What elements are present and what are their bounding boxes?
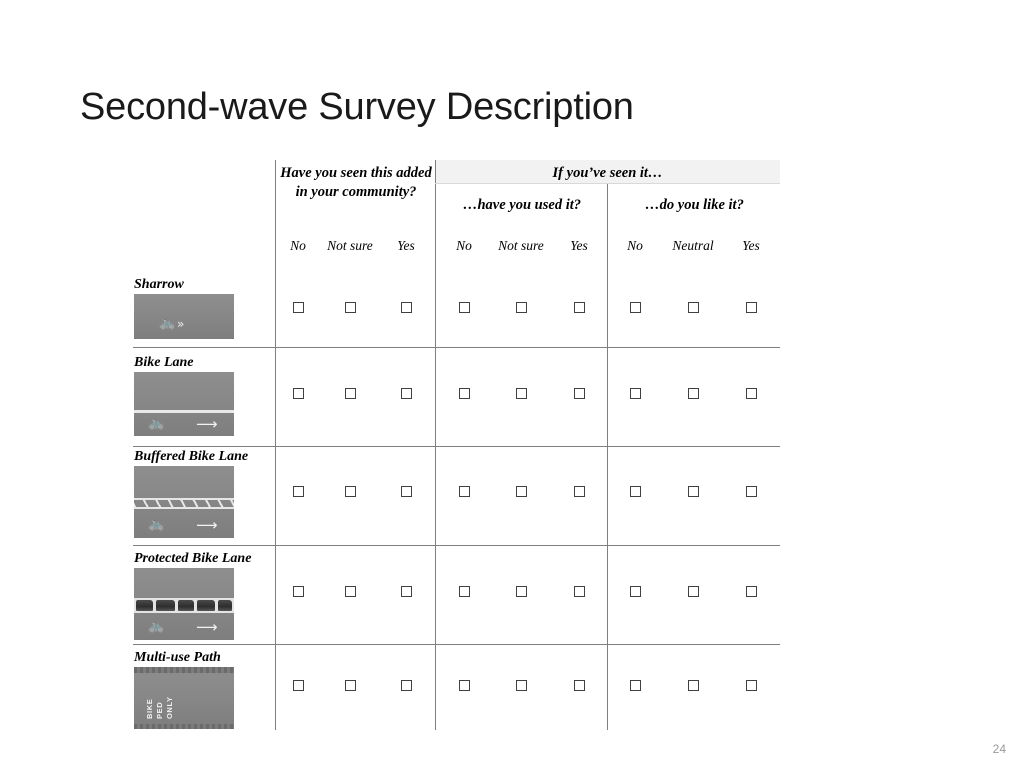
checkbox-bike-lane-like-neutral[interactable]	[688, 388, 699, 399]
checkbox-buffered-bike-lane-like-yes[interactable]	[746, 486, 757, 497]
band-bottom-rule	[435, 183, 780, 184]
checkbox-buffered-bike-lane-like-neutral[interactable]	[688, 486, 699, 497]
checkbox-protected-bike-lane-used-not-sure[interactable]	[516, 586, 527, 597]
checkbox-bike-lane-like-yes[interactable]	[746, 388, 757, 399]
checkbox-protected-bike-lane-like-neutral[interactable]	[688, 586, 699, 597]
page-number: 24	[992, 742, 1006, 756]
row-divider-2	[133, 446, 780, 447]
checkbox-multi-use-path-seen-not-sure[interactable]	[345, 680, 356, 691]
checkbox-bike-lane-used-no[interactable]	[459, 388, 470, 399]
row-divider-4	[133, 644, 780, 645]
checkbox-sharrow-like-neutral[interactable]	[688, 302, 699, 313]
checkbox-protected-bike-lane-seen-not-sure[interactable]	[345, 586, 356, 597]
checkbox-multi-use-path-like-yes[interactable]	[746, 680, 757, 691]
checkbox-sharrow-seen-no[interactable]	[293, 302, 304, 313]
checkbox-multi-use-path-seen-no[interactable]	[293, 680, 304, 691]
checkbox-multi-use-path-like-neutral[interactable]	[688, 680, 699, 691]
checkbox-buffered-bike-lane-seen-no[interactable]	[293, 486, 304, 497]
header-if-youve-seen-it: If you’ve seen it…	[552, 165, 663, 181]
checkbox-bike-lane-seen-not-sure[interactable]	[345, 388, 356, 399]
checkbox-multi-use-path-used-yes[interactable]	[574, 680, 585, 691]
checkbox-sharrow-used-no[interactable]	[459, 302, 470, 313]
header-do-you-like-it: …do you like it?	[645, 197, 744, 213]
checkbox-sharrow-like-yes[interactable]	[746, 302, 757, 313]
checkbox-buffered-bike-lane-used-not-sure[interactable]	[516, 486, 527, 497]
path-sign-line-1: BIKE	[145, 698, 154, 719]
checkbox-protected-bike-lane-seen-yes[interactable]	[401, 586, 412, 597]
checkbox-buffered-bike-lane-seen-yes[interactable]	[401, 486, 412, 497]
checkbox-sharrow-used-yes[interactable]	[574, 302, 585, 313]
option-label-like-yes: Yes	[742, 238, 760, 253]
row-label-sharrow: Sharrow	[134, 277, 184, 292]
option-label-seen-yes: Yes	[397, 238, 415, 253]
protected-bike-lane-photo: 🚲 ⟶	[134, 568, 234, 640]
page-title: Second-wave Survey Description	[80, 86, 634, 128]
checkbox-multi-use-path-like-no[interactable]	[630, 680, 641, 691]
header-have-you-used-it: …have you used it?	[462, 197, 581, 213]
multi-use-path-photo: BIKE PED ONLY	[134, 667, 234, 729]
column-divider-3	[607, 183, 608, 730]
checkbox-sharrow-seen-yes[interactable]	[401, 302, 412, 313]
option-label-like-neutral: Neutral	[672, 238, 714, 253]
checkbox-buffered-bike-lane-like-no[interactable]	[630, 486, 641, 497]
checkbox-multi-use-path-seen-yes[interactable]	[401, 680, 412, 691]
path-sign-line-2: PED	[155, 701, 164, 719]
checkbox-protected-bike-lane-like-yes[interactable]	[746, 586, 757, 597]
checkbox-protected-bike-lane-seen-no[interactable]	[293, 586, 304, 597]
row-divider-1	[133, 347, 780, 348]
row-label-protected-bike-lane: Protected Bike Lane	[134, 551, 252, 566]
checkbox-bike-lane-seen-no[interactable]	[293, 388, 304, 399]
checkbox-multi-use-path-used-no[interactable]	[459, 680, 470, 691]
checkbox-protected-bike-lane-used-no[interactable]	[459, 586, 470, 597]
row-label-multi-use-path: Multi-use Path	[134, 650, 221, 665]
checkbox-bike-lane-used-yes[interactable]	[574, 388, 585, 399]
option-label-used-yes: Yes	[570, 238, 588, 253]
checkbox-buffered-bike-lane-used-yes[interactable]	[574, 486, 585, 497]
checkbox-sharrow-like-no[interactable]	[630, 302, 641, 313]
option-label-like-no: No	[627, 238, 643, 253]
checkbox-protected-bike-lane-like-no[interactable]	[630, 586, 641, 597]
option-label-used-not-sure: Not sure	[498, 238, 544, 253]
checkbox-multi-use-path-used-not-sure[interactable]	[516, 680, 527, 691]
option-label-used-no: No	[456, 238, 472, 253]
sharrow-photo: 🚲 »	[134, 294, 234, 339]
checkbox-sharrow-seen-not-sure[interactable]	[345, 302, 356, 313]
header-have-you-seen: Have you seen this added in your communi…	[280, 165, 432, 201]
row-divider-3	[133, 545, 780, 546]
buffered-bike-lane-photo: 🚲 ⟶	[134, 466, 234, 538]
option-label-seen-no: No	[290, 238, 306, 253]
checkbox-bike-lane-used-not-sure[interactable]	[516, 388, 527, 399]
checkbox-buffered-bike-lane-used-no[interactable]	[459, 486, 470, 497]
checkbox-bike-lane-seen-yes[interactable]	[401, 388, 412, 399]
survey-table: Have you seen this added in your communi…	[133, 160, 780, 732]
checkbox-protected-bike-lane-used-yes[interactable]	[574, 586, 585, 597]
checkbox-bike-lane-like-no[interactable]	[630, 388, 641, 399]
checkbox-sharrow-used-not-sure[interactable]	[516, 302, 527, 313]
row-label-buffered-bike-lane: Buffered Bike Lane	[134, 449, 249, 464]
checkbox-buffered-bike-lane-seen-not-sure[interactable]	[345, 486, 356, 497]
row-label-bike-lane: Bike Lane	[134, 355, 194, 370]
path-sign-line-3: ONLY	[165, 696, 174, 719]
option-label-seen-not-sure: Not sure	[327, 238, 373, 253]
bike-lane-photo: 🚲 ⟶	[134, 372, 234, 436]
